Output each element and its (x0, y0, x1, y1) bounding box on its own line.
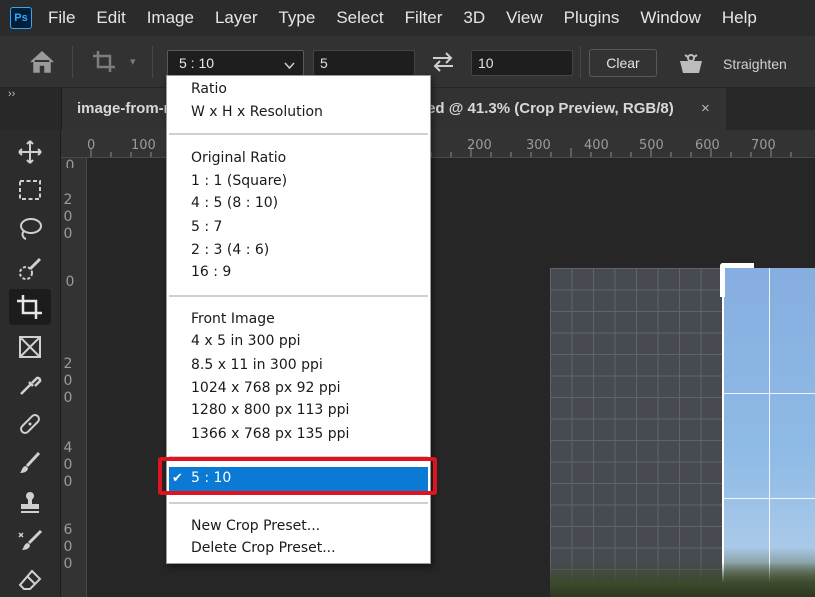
menu-item-5-7[interactable]: 5 : 7 (191, 219, 222, 235)
ruler-label: 200 (467, 138, 492, 153)
options-divider (580, 46, 581, 78)
menu-help[interactable]: Help (722, 8, 757, 28)
menu-image[interactable]: Image (147, 8, 194, 28)
ruler-label: 200 (63, 356, 73, 406)
ruler-label: 300 (526, 138, 551, 153)
ratio-select-value: 5 : 10 (179, 55, 215, 71)
ruler-label: 600 (63, 522, 73, 572)
crop-corner-handle[interactable] (720, 263, 754, 297)
menu-separator (169, 133, 428, 135)
marquee-icon[interactable] (15, 175, 45, 205)
ruler-label: 0 (65, 274, 75, 290)
eraser-icon[interactable] (15, 565, 45, 595)
ruler-label: 200 (63, 192, 73, 242)
eyedropper-icon[interactable] (15, 370, 45, 400)
menu-type[interactable]: Type (278, 8, 315, 28)
crop-icon[interactable] (9, 289, 51, 325)
crop-shield-area (550, 268, 722, 597)
ratio-select[interactable]: 5 : 10 (167, 50, 304, 76)
straighten-icon[interactable] (677, 51, 705, 80)
menu-select[interactable]: Select (336, 8, 383, 28)
history-brush-icon[interactable] (15, 526, 45, 556)
crop-preset-icon[interactable] (92, 50, 118, 79)
brush-icon[interactable] (15, 448, 45, 478)
menu-window[interactable]: Window (640, 8, 700, 28)
menu-3d[interactable]: 3D (463, 8, 485, 28)
menu-item-2-3[interactable]: 2 : 3 (4 : 6) (191, 242, 269, 258)
move-icon[interactable] (15, 137, 45, 167)
menu-item-4-5[interactable]: 4 : 5 (8 : 10) (191, 195, 278, 211)
menu-item-1-1[interactable]: 1 : 1 (Square) (191, 173, 287, 189)
ruler-label: 400 (584, 138, 609, 153)
crop-height-field[interactable]: 10 (471, 50, 573, 76)
ruler-label: 100 (131, 138, 156, 153)
ruler-label: 700 (751, 138, 776, 153)
healing-icon[interactable] (15, 409, 45, 439)
menu-filter[interactable]: Filter (405, 8, 443, 28)
ruler-label: 0 (87, 138, 96, 153)
menu-item-new-crop-preset[interactable]: New Crop Preset... (191, 518, 320, 534)
chevron-down-icon[interactable]: ▾ (130, 55, 136, 68)
menu-item-4x5-300ppi[interactable]: 4 x 5 in 300 ppi (191, 333, 301, 349)
menu-separator (169, 295, 428, 297)
quick-select-icon[interactable] (15, 254, 45, 284)
vertical-ruler: 0 200 0 200 400 600 (61, 158, 87, 597)
menu-edit[interactable]: Edit (96, 8, 125, 28)
menu-item-1366x768[interactable]: 1366 x 768 px 135 ppi (191, 426, 349, 442)
lasso-icon[interactable] (15, 214, 45, 244)
tree-line (550, 562, 815, 597)
close-icon[interactable]: × (701, 100, 710, 117)
collapse-panel-icon[interactable]: ›› (8, 88, 15, 100)
menu-bar: Ps File Edit Image Layer Type Select Fil… (0, 0, 815, 36)
menu-item-wxh-resolution[interactable]: W x H x Resolution (191, 104, 323, 120)
home-icon[interactable] (28, 50, 56, 79)
highlight-annotation-box (158, 457, 437, 495)
menu-plugins[interactable]: Plugins (564, 8, 620, 28)
straighten-label[interactable]: Straighten (723, 56, 787, 72)
ruler-label: 600 (695, 138, 720, 153)
options-divider (72, 46, 73, 78)
options-divider (152, 46, 153, 78)
frame-icon[interactable] (15, 332, 45, 362)
ruler-label: 500 (639, 138, 664, 153)
ruler-label: 0 (65, 158, 75, 168)
menu-item-delete-crop-preset[interactable]: Delete Crop Preset... (191, 540, 336, 556)
menu-item-front-image[interactable]: Front Image (191, 311, 275, 327)
menu-item-1280x800[interactable]: 1280 x 800 px 113 ppi (191, 402, 349, 418)
menu-item-original-ratio[interactable]: Original Ratio (191, 150, 286, 166)
menu-item-1024x768[interactable]: 1024 x 768 px 92 ppi (191, 380, 341, 396)
menu-layer[interactable]: Layer (215, 8, 258, 28)
photoshop-logo: Ps (10, 7, 32, 29)
tools-panel (0, 130, 61, 597)
chevron-down-icon (284, 57, 295, 75)
swap-icon[interactable] (430, 51, 456, 78)
menu-item-8-5x11-300ppi[interactable]: 8.5 x 11 in 300 ppi (191, 357, 323, 373)
stamp-icon[interactable] (15, 487, 45, 517)
menu-item-ratio[interactable]: Ratio (191, 81, 227, 97)
menu-item-16-9[interactable]: 16 : 9 (191, 264, 231, 280)
clear-button[interactable]: Clear (589, 49, 657, 77)
crop-preview-image[interactable] (722, 268, 815, 597)
menu-separator (169, 502, 428, 504)
ruler-label: 400 (63, 440, 73, 490)
menu-file[interactable]: File (48, 8, 75, 28)
crop-width-field[interactable]: 5 (313, 50, 415, 76)
crop-grid-line (769, 268, 770, 597)
menu-view[interactable]: View (506, 8, 543, 28)
